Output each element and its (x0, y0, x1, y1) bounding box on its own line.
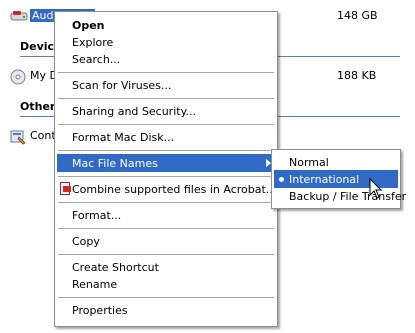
menu-item-label: Mac File Names (72, 157, 158, 170)
menu-item-rename[interactable]: Rename (57, 275, 275, 293)
mouse-pointer-icon (369, 177, 383, 203)
menu-item-combine-in-acrobat[interactable]: Combine supported files in Acrobat... (57, 180, 277, 198)
acrobat-icon (60, 182, 72, 195)
item-name: Cont (30, 129, 56, 142)
menu-item-properties[interactable]: Properties (57, 301, 275, 319)
submenu-item-label: Normal (289, 156, 329, 169)
menu-item-label: Format... (72, 209, 122, 222)
menu-item-label: Sharing and Security... (72, 105, 197, 118)
menu-separator (58, 124, 274, 125)
drive-size: 148 GB (337, 9, 378, 22)
menu-item-explore[interactable]: Explore (57, 33, 275, 51)
radio-bullet-icon (279, 177, 284, 182)
menu-item-copy[interactable]: Copy (57, 232, 275, 250)
menu-item-label: Combine supported files in Acrobat... (72, 183, 277, 196)
menu-item-label: Copy (72, 235, 100, 248)
menu-separator (58, 72, 274, 73)
drive-size: 188 KB (337, 69, 377, 82)
submenu-item-normal[interactable]: Normal (274, 153, 398, 171)
menu-separator (58, 176, 274, 177)
menu-item-mac-file-names[interactable]: Mac File Names (57, 154, 275, 172)
submenu-item-label: Backup / File Transfer (289, 190, 407, 203)
menu-separator (58, 150, 274, 151)
submenu-item-label: International (289, 173, 360, 186)
group-header-devices: Devic (20, 40, 55, 53)
menu-item-label: Create Shortcut (72, 261, 159, 274)
menu-item-create-shortcut[interactable]: Create Shortcut (57, 258, 275, 276)
menu-item-label: Properties (72, 304, 128, 317)
menu-item-format-mac-disk[interactable]: Format Mac Disk... (57, 128, 275, 146)
menu-separator (58, 98, 274, 99)
menu-item-label: Open (72, 19, 105, 32)
menu-item-search[interactable]: Search... (57, 50, 275, 68)
menu-item-scan-for-viruses[interactable]: Scan for Viruses... (57, 76, 275, 94)
menu-separator (58, 228, 274, 229)
menu-item-label: Explore (72, 36, 114, 49)
cd-drive-icon (10, 69, 26, 88)
menu-separator (58, 297, 274, 298)
menu-item-format[interactable]: Format... (57, 206, 275, 224)
menu-item-label: Format Mac Disk... (72, 131, 175, 144)
context-menu: Open Explore Search... Scan for Viruses.… (54, 11, 278, 327)
menu-item-label: Search... (72, 53, 121, 66)
menu-item-sharing-and-security[interactable]: Sharing and Security... (57, 102, 275, 120)
control-panel-icon (10, 129, 26, 148)
menu-item-label: Scan for Viruses... (72, 79, 172, 92)
menu-separator (58, 202, 274, 203)
group-header-other: Other (20, 100, 56, 113)
removable-drive-icon (10, 9, 28, 26)
menu-separator (58, 254, 274, 255)
menu-item-label: Rename (72, 278, 118, 291)
menu-item-open[interactable]: Open (57, 16, 275, 34)
